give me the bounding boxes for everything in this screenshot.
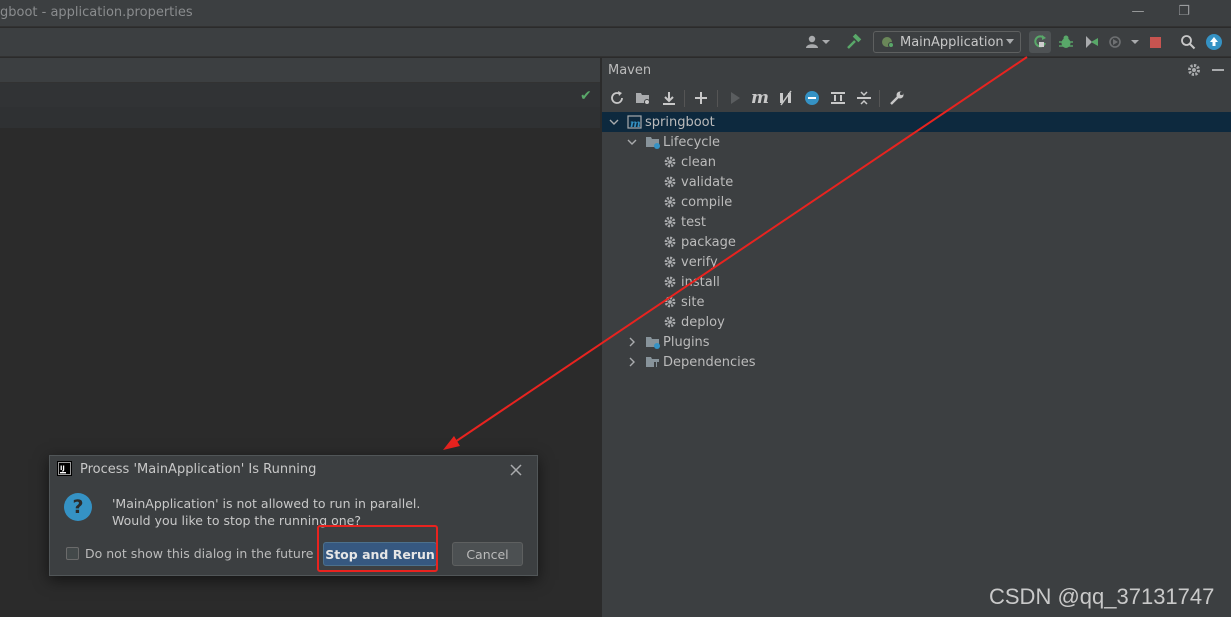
do-not-show-label[interactable]: Do not show this dialog in the future	[85, 546, 313, 561]
svg-text:IJ: IJ	[60, 464, 65, 472]
dialog-message: 'MainApplication' is not allowed to run …	[112, 495, 420, 529]
dialog-message-line1: 'MainApplication' is not allowed to run …	[112, 496, 421, 511]
close-icon[interactable]	[508, 462, 524, 478]
watermark: CSDN @qq_37131747	[989, 584, 1215, 609]
svg-text:?: ?	[72, 496, 83, 518]
ide-window: gboot - application.properties — ❐ MainA…	[0, 0, 1231, 617]
question-icon: ?	[64, 493, 92, 521]
annotation-highlight-box	[317, 525, 438, 572]
intellij-logo-icon: IJ	[57, 461, 72, 476]
cancel-button[interactable]: Cancel	[452, 542, 523, 566]
dialog-title: Process 'MainApplication' Is Running	[80, 462, 317, 477]
process-running-dialog: IJ Process 'MainApplication' Is Running …	[49, 455, 538, 576]
do-not-show-checkbox[interactable]	[66, 547, 79, 560]
